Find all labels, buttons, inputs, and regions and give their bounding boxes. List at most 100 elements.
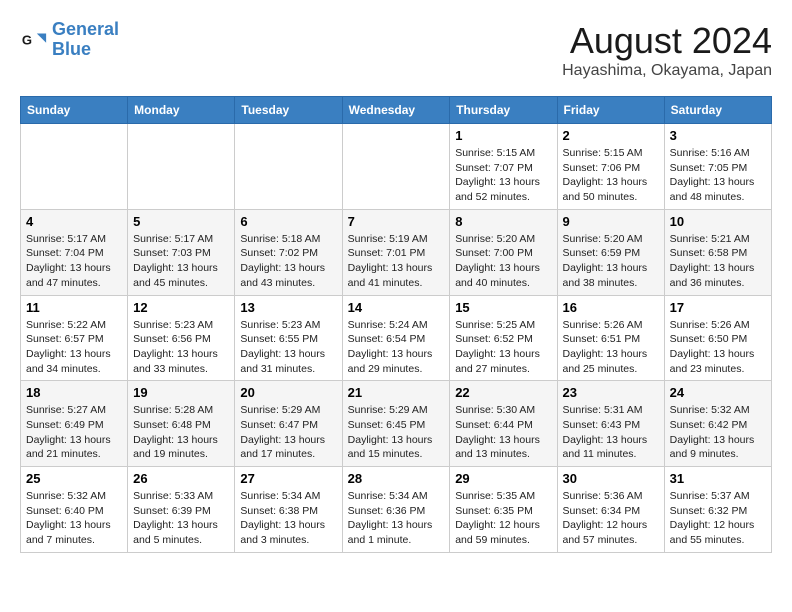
- day-info: Sunrise: 5:20 AMSunset: 7:00 PMDaylight:…: [455, 232, 551, 291]
- title-block: August 2024 Hayashima, Okayama, Japan: [562, 20, 772, 80]
- weekday-header-monday: Monday: [128, 97, 235, 124]
- day-info: Sunrise: 5:32 AMSunset: 6:42 PMDaylight:…: [670, 403, 766, 462]
- day-info: Sunrise: 5:29 AMSunset: 6:45 PMDaylight:…: [348, 403, 445, 462]
- calendar-cell: 30 Sunrise: 5:36 AMSunset: 6:34 PMDayligh…: [557, 467, 664, 553]
- day-number: 17: [670, 300, 766, 315]
- weekday-header-row: SundayMondayTuesdayWednesdayThursdayFrid…: [21, 97, 772, 124]
- calendar-cell: 21Sunrise: 5:29 AMSunset: 6:45 PMDayligh…: [342, 381, 450, 467]
- week-row-3: 11 Sunrise: 5:22 AMSunset: 6:57 PMDayligh…: [21, 295, 772, 381]
- calendar-cell: 20 Sunrise: 5:29 AMSunset: 6:47 PMDayligh…: [235, 381, 342, 467]
- week-row-4: 18Sunrise: 5:27 AMSunset: 6:49 PMDayligh…: [21, 381, 772, 467]
- calendar-cell: [128, 124, 235, 210]
- calendar-cell: 12Sunrise: 5:23 AMSunset: 6:56 PMDayligh…: [128, 295, 235, 381]
- calendar-cell: 24 Sunrise: 5:32 AMSunset: 6:42 PMDayligh…: [664, 381, 771, 467]
- day-info: Sunrise: 5:16 AMSunset: 7:05 PMDaylight:…: [670, 146, 766, 205]
- location: Hayashima, Okayama, Japan: [562, 62, 772, 80]
- day-number: 31: [670, 471, 766, 486]
- day-info: Sunrise: 5:24 AMSunset: 6:54 PMDaylight:…: [348, 318, 445, 377]
- page-header: G General Blue August 2024 Hayashima, Ok…: [20, 20, 772, 80]
- day-info: Sunrise: 5:29 AMSunset: 6:47 PMDaylight:…: [240, 403, 336, 462]
- calendar-cell: 10 Sunrise: 5:21 AMSunset: 6:58 PMDayligh…: [664, 209, 771, 295]
- week-row-5: 25 Sunrise: 5:32 AMSunset: 6:40 PMDayligh…: [21, 467, 772, 553]
- day-info: Sunrise: 5:37 AMSunset: 6:32 PMDaylight:…: [670, 489, 766, 548]
- day-number: 30: [563, 471, 659, 486]
- calendar-cell: 5 Sunrise: 5:17 AMSunset: 7:03 PMDaylight…: [128, 209, 235, 295]
- day-info: Sunrise: 5:17 AMSunset: 7:03 PMDaylight:…: [133, 232, 229, 291]
- day-info: Sunrise: 5:26 AMSunset: 6:50 PMDaylight:…: [670, 318, 766, 377]
- day-number: 7: [348, 214, 445, 229]
- calendar-cell: 19 Sunrise: 5:28 AMSunset: 6:48 PMDayligh…: [128, 381, 235, 467]
- day-info: Sunrise: 5:31 AMSunset: 6:43 PMDaylight:…: [563, 403, 659, 462]
- day-info: Sunrise: 5:26 AMSunset: 6:51 PMDaylight:…: [563, 318, 659, 377]
- calendar-cell: 8Sunrise: 5:20 AMSunset: 7:00 PMDaylight…: [450, 209, 557, 295]
- weekday-header-friday: Friday: [557, 97, 664, 124]
- day-info: Sunrise: 5:15 AMSunset: 7:07 PMDaylight:…: [455, 146, 551, 205]
- calendar-cell: 15 Sunrise: 5:25 AMSunset: 6:52 PMDayligh…: [450, 295, 557, 381]
- weekday-header-tuesday: Tuesday: [235, 97, 342, 124]
- calendar-cell: 17 Sunrise: 5:26 AMSunset: 6:50 PMDayligh…: [664, 295, 771, 381]
- day-info: Sunrise: 5:36 AMSunset: 6:34 PMDaylight:…: [563, 489, 659, 548]
- day-number: 28: [348, 471, 445, 486]
- day-info: Sunrise: 5:25 AMSunset: 6:52 PMDaylight:…: [455, 318, 551, 377]
- day-number: 22: [455, 385, 551, 400]
- day-number: 24: [670, 385, 766, 400]
- day-info: Sunrise: 5:35 AMSunset: 6:35 PMDaylight:…: [455, 489, 551, 548]
- day-number: 2: [563, 128, 659, 143]
- day-info: Sunrise: 5:21 AMSunset: 6:58 PMDaylight:…: [670, 232, 766, 291]
- day-number: 23: [563, 385, 659, 400]
- day-info: Sunrise: 5:34 AMSunset: 6:38 PMDaylight:…: [240, 489, 336, 548]
- day-number: 20: [240, 385, 336, 400]
- day-number: 25: [26, 471, 122, 486]
- day-number: 26: [133, 471, 229, 486]
- day-number: 19: [133, 385, 229, 400]
- day-info: Sunrise: 5:20 AMSunset: 6:59 PMDaylight:…: [563, 232, 659, 291]
- calendar-cell: 29Sunrise: 5:35 AMSunset: 6:35 PMDayligh…: [450, 467, 557, 553]
- day-info: Sunrise: 5:27 AMSunset: 6:49 PMDaylight:…: [26, 403, 122, 462]
- day-number: 12: [133, 300, 229, 315]
- logo-text-line2: Blue: [52, 40, 119, 60]
- day-info: Sunrise: 5:34 AMSunset: 6:36 PMDaylight:…: [348, 489, 445, 548]
- day-number: 15: [455, 300, 551, 315]
- day-info: Sunrise: 5:33 AMSunset: 6:39 PMDaylight:…: [133, 489, 229, 548]
- day-info: Sunrise: 5:18 AMSunset: 7:02 PMDaylight:…: [240, 232, 336, 291]
- day-number: 1: [455, 128, 551, 143]
- day-info: Sunrise: 5:15 AMSunset: 7:06 PMDaylight:…: [563, 146, 659, 205]
- calendar-cell: 25 Sunrise: 5:32 AMSunset: 6:40 PMDayligh…: [21, 467, 128, 553]
- calendar-cell: 27 Sunrise: 5:34 AMSunset: 6:38 PMDayligh…: [235, 467, 342, 553]
- day-number: 11: [26, 300, 122, 315]
- calendar-cell: 26 Sunrise: 5:33 AMSunset: 6:39 PMDayligh…: [128, 467, 235, 553]
- weekday-header-wednesday: Wednesday: [342, 97, 450, 124]
- day-info: Sunrise: 5:28 AMSunset: 6:48 PMDaylight:…: [133, 403, 229, 462]
- calendar-cell: 1 Sunrise: 5:15 AMSunset: 7:07 PMDaylight…: [450, 124, 557, 210]
- calendar-table: SundayMondayTuesdayWednesdayThursdayFrid…: [20, 96, 772, 553]
- calendar-cell: 3 Sunrise: 5:16 AMSunset: 7:05 PMDaylight…: [664, 124, 771, 210]
- day-info: Sunrise: 5:32 AMSunset: 6:40 PMDaylight:…: [26, 489, 122, 548]
- calendar-cell: [235, 124, 342, 210]
- logo: G General Blue: [20, 20, 119, 60]
- calendar-cell: 18Sunrise: 5:27 AMSunset: 6:49 PMDayligh…: [21, 381, 128, 467]
- day-number: 27: [240, 471, 336, 486]
- day-info: Sunrise: 5:22 AMSunset: 6:57 PMDaylight:…: [26, 318, 122, 377]
- day-number: 6: [240, 214, 336, 229]
- calendar-cell: 28 Sunrise: 5:34 AMSunset: 6:36 PMDayligh…: [342, 467, 450, 553]
- day-number: 3: [670, 128, 766, 143]
- day-number: 5: [133, 214, 229, 229]
- day-info: Sunrise: 5:23 AMSunset: 6:55 PMDaylight:…: [240, 318, 336, 377]
- calendar-cell: 7 Sunrise: 5:19 AMSunset: 7:01 PMDaylight…: [342, 209, 450, 295]
- calendar-cell: 9Sunrise: 5:20 AMSunset: 6:59 PMDaylight…: [557, 209, 664, 295]
- week-row-1: 1 Sunrise: 5:15 AMSunset: 7:07 PMDaylight…: [21, 124, 772, 210]
- day-number: 10: [670, 214, 766, 229]
- day-number: 16: [563, 300, 659, 315]
- calendar-cell: [21, 124, 128, 210]
- calendar-cell: 6 Sunrise: 5:18 AMSunset: 7:02 PMDaylight…: [235, 209, 342, 295]
- weekday-header-saturday: Saturday: [664, 97, 771, 124]
- day-number: 14: [348, 300, 445, 315]
- day-number: 4: [26, 214, 122, 229]
- calendar-cell: 14 Sunrise: 5:24 AMSunset: 6:54 PMDayligh…: [342, 295, 450, 381]
- weekday-header-sunday: Sunday: [21, 97, 128, 124]
- calendar-cell: 31 Sunrise: 5:37 AMSunset: 6:32 PMDayligh…: [664, 467, 771, 553]
- calendar-cell: 13Sunrise: 5:23 AMSunset: 6:55 PMDayligh…: [235, 295, 342, 381]
- calendar-cell: 2 Sunrise: 5:15 AMSunset: 7:06 PMDaylight…: [557, 124, 664, 210]
- day-info: Sunrise: 5:19 AMSunset: 7:01 PMDaylight:…: [348, 232, 445, 291]
- calendar-cell: 23 Sunrise: 5:31 AMSunset: 6:43 PMDayligh…: [557, 381, 664, 467]
